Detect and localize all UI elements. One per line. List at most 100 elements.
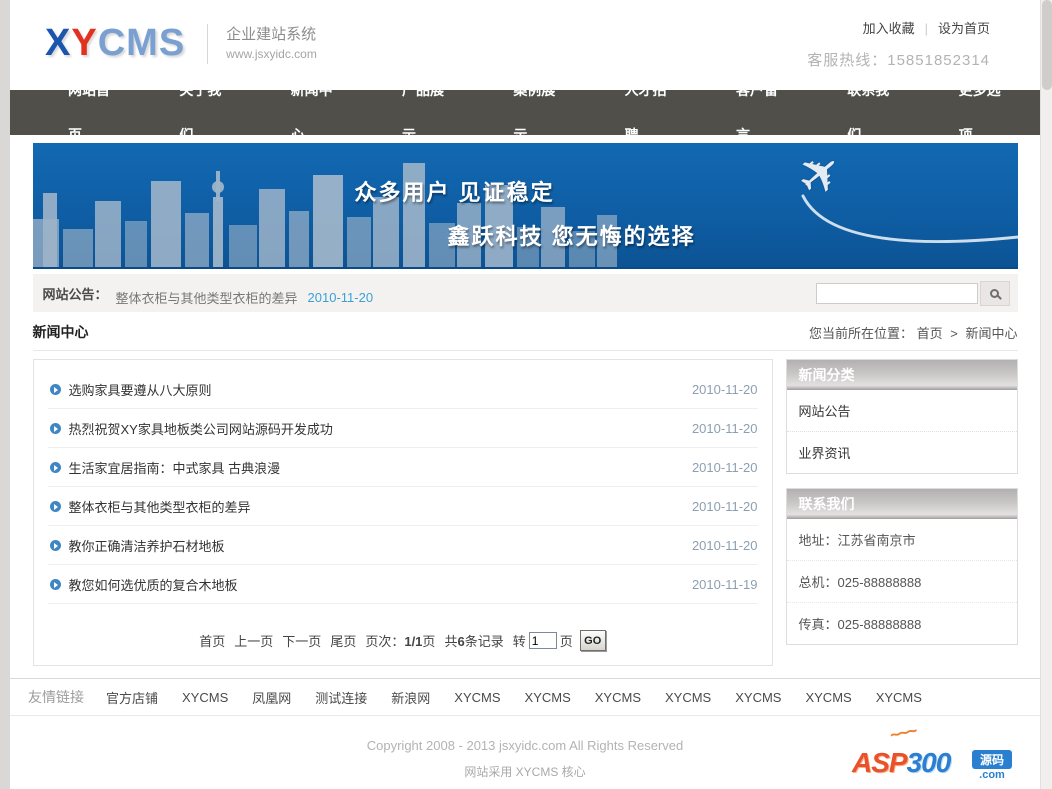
bullet-arrow-icon (50, 579, 61, 590)
news-date: 2010-11-20 (692, 382, 758, 397)
goto-unit: 页 (560, 631, 573, 650)
news-link[interactable]: 选购家具要遵从八大原则 (69, 380, 212, 399)
news-link[interactable]: 教您如何选优质的复合木地板 (69, 575, 238, 594)
notice-label: 网站公告： (43, 284, 108, 303)
friend-link[interactable]: XYCMS (525, 690, 571, 705)
news-date: 2010-11-20 (692, 421, 758, 436)
content-area: 选购家具要遵从八大原则 2010-11-20 热烈祝贺XY家具地板类公司网站源码… (33, 359, 1018, 666)
breadcrumb: 您当前所在位置： 首页 > 新闻中心 (809, 323, 1018, 342)
news-link[interactable]: 热烈祝贺XY家具地板类公司网站源码开发成功 (69, 419, 333, 438)
logo-divider (207, 24, 208, 64)
search-area (816, 281, 1010, 306)
news-category-panel: 新闻分类 网站公告 业界资讯 (786, 359, 1018, 474)
add-favorite-link[interactable]: 加入收藏 (863, 21, 915, 36)
news-category-header: 新闻分类 (787, 360, 1017, 390)
friend-link[interactable]: XYCMS (182, 690, 228, 705)
asp300-com: .com (972, 769, 1012, 781)
pagination-last[interactable]: 尾页 (330, 631, 356, 650)
breadcrumb-label: 您当前所在位置： (809, 326, 913, 341)
scrollbar-thumb[interactable] (1042, 0, 1052, 90)
news-list-item: 教您如何选优质的复合木地板 2010-11-19 (48, 565, 758, 604)
logo-letter-y: Y (71, 22, 97, 64)
friend-link[interactable]: 测试连接 (315, 688, 367, 707)
pagination-next[interactable]: 下一页 (282, 631, 321, 650)
news-list-panel: 选购家具要遵从八大原则 2010-11-20 热烈祝贺XY家具地板类公司网站源码… (33, 359, 773, 666)
bullet-arrow-icon (50, 501, 61, 512)
contact-header: 联系我们 (787, 489, 1017, 519)
logo-text: XYCMS (45, 22, 185, 65)
breadcrumb-separator: > (950, 326, 958, 341)
flame-icon: ~~~ (888, 721, 917, 747)
notice-bar: 网站公告： 整体衣柜与其他类型衣柜的差异 2010-11-20 (33, 274, 1018, 312)
asp300-text: ASP300 (852, 747, 950, 779)
news-list-item: 选购家具要遵从八大原则 2010-11-20 (48, 370, 758, 409)
header-right: 加入收藏 | 设为首页 客服热线：15851852314 (807, 18, 990, 70)
friend-link[interactable]: 新浪网 (391, 688, 430, 707)
news-link[interactable]: 教你正确清洁养护石材地板 (69, 536, 225, 555)
bullet-arrow-icon (50, 384, 61, 395)
bullet-arrow-icon (50, 462, 61, 473)
banner-slogan-line1: 众多用户 见证稳定 (355, 175, 555, 207)
friend-link[interactable]: XYCMS (454, 690, 500, 705)
set-homepage-link[interactable]: 设为首页 (938, 21, 990, 36)
hero-banner: 众多用户 见证稳定 鑫跃科技 您无悔的选择 ✈ (33, 143, 1018, 269)
contact-fax: 传真：025-88888888 (787, 603, 1017, 644)
friend-link[interactable]: XYCMS (595, 690, 641, 705)
friend-link[interactable]: 官方店铺 (106, 688, 158, 707)
logo-tagline: 企业建站系统 (226, 25, 317, 45)
news-date: 2010-11-20 (692, 538, 758, 553)
top-links: 加入收藏 | 设为首页 (807, 18, 990, 37)
news-link[interactable]: 整体衣柜与其他类型衣柜的差异 (69, 497, 251, 516)
logo: XYCMS 企业建站系统 www.jsxyidc.com (45, 22, 317, 65)
friend-link[interactable]: XYCMS (665, 690, 711, 705)
breadcrumb-current: 新闻中心 (965, 326, 1017, 341)
news-date: 2010-11-20 (692, 460, 758, 475)
contact-address: 地址：江苏省南京市 (787, 519, 1017, 561)
contact-panel: 联系我们 地址：江苏省南京市 总机：025-88888888 传真：025-88… (786, 488, 1018, 645)
friend-link[interactable]: 凤凰网 (252, 688, 291, 707)
notice-link[interactable]: 整体衣柜与其他类型衣柜的差异 (116, 288, 298, 307)
page-container: XYCMS 企业建站系统 www.jsxyidc.com 加入收藏 | 设为首页 客… (10, 0, 1040, 789)
friend-links-label: 友情链接 (28, 687, 84, 707)
section-title-row: 新闻中心 您当前所在位置： 首页 > 新闻中心 (33, 322, 1018, 351)
news-date: 2010-11-19 (692, 577, 758, 592)
contrail-swoosh (598, 143, 1018, 267)
pagination-prev[interactable]: 上一页 (234, 631, 273, 650)
breadcrumb-home-link[interactable]: 首页 (917, 326, 943, 341)
vertical-scrollbar[interactable] (1040, 0, 1052, 789)
logo-letter-x: X (45, 22, 71, 64)
logo-website: www.jsxyidc.com (226, 46, 317, 62)
asp300-cn-badge: 源码 (972, 750, 1012, 769)
bullet-arrow-icon (50, 540, 61, 551)
hotline-label: 客服热线： (807, 52, 887, 69)
friend-links-bar: 友情链接 官方店铺 XYCMS 凤凰网 测试连接 新浪网 XYCMS XYCMS… (10, 678, 1040, 716)
site-header: XYCMS 企业建站系统 www.jsxyidc.com 加入收藏 | 设为首页 客… (10, 0, 1040, 90)
news-list-item: 整体衣柜与其他类型衣柜的差异 2010-11-20 (48, 487, 758, 526)
service-hotline: 客服热线：15851852314 (807, 49, 990, 70)
goto-label: 转 (513, 631, 526, 650)
pagination: 首页 上一页 下一页 尾页 页次：1/1页 共6条记录 转 页 GO (48, 630, 758, 651)
go-button[interactable]: GO (580, 630, 606, 651)
friend-link[interactable]: XYCMS (805, 690, 851, 705)
search-input[interactable] (816, 283, 978, 304)
main-nav: 网站首页 关于我们 新闻中心 产品展示 案例展示 人才招聘 客户留言 联系我们 … (10, 90, 1040, 135)
news-list-item: 生活家宜居指南：中式家具 古典浪漫 2010-11-20 (48, 448, 758, 487)
logo-subtitle: 企业建站系统 www.jsxyidc.com (226, 25, 317, 61)
search-button[interactable] (980, 281, 1010, 306)
news-link[interactable]: 生活家宜居指南：中式家具 古典浪漫 (69, 458, 281, 477)
sidebar-item-announcements[interactable]: 网站公告 (787, 390, 1017, 432)
news-date: 2010-11-20 (692, 499, 758, 514)
pagination-first[interactable]: 首页 (199, 631, 225, 650)
sidebar: 新闻分类 网站公告 业界资讯 联系我们 地址：江苏省南京市 总机：025-888… (786, 359, 1018, 666)
bullet-arrow-icon (50, 423, 61, 434)
friend-link[interactable]: XYCMS (735, 690, 781, 705)
friend-link[interactable]: XYCMS (876, 690, 922, 705)
goto-page-input[interactable] (529, 632, 557, 649)
asp300-logo: ~~~ ASP300 源码 .com (852, 729, 1012, 781)
pagination-goto: 转 页 GO (513, 630, 606, 651)
top-links-divider: | (925, 21, 928, 36)
sidebar-item-industry-news[interactable]: 业界资讯 (787, 432, 1017, 473)
pagination-total: 共6条记录 (444, 631, 503, 650)
hotline-number: 15851852314 (887, 52, 990, 69)
contact-phone: 总机：025-88888888 (787, 561, 1017, 603)
